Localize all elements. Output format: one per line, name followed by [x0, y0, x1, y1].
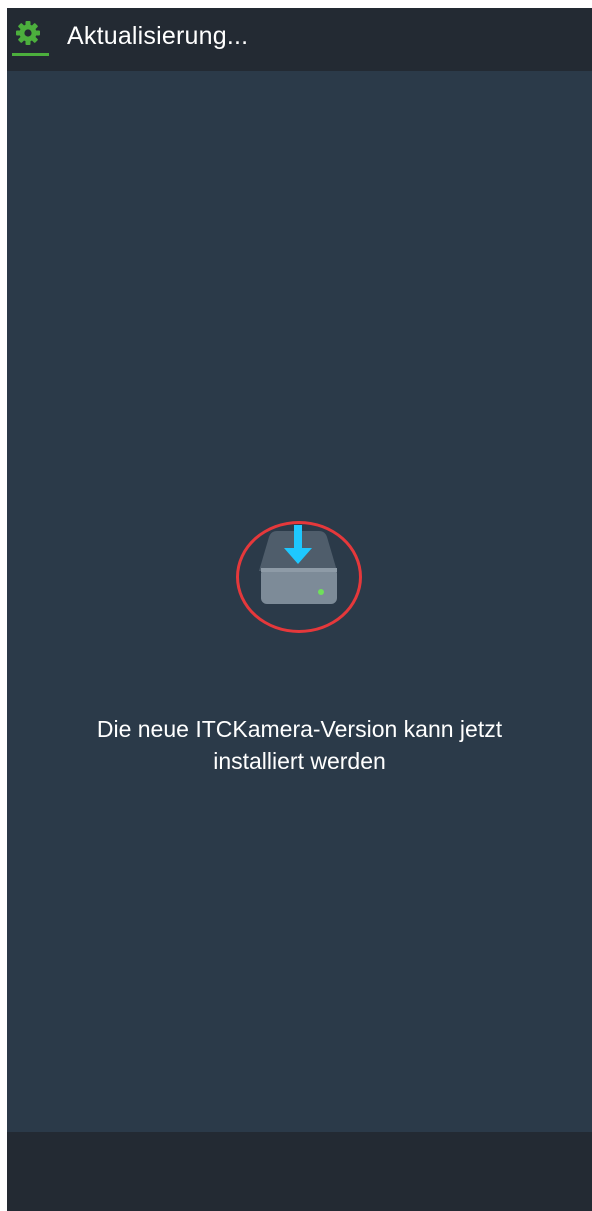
- update-content: Die neue ITCKamera-Version kann jetzt in…: [7, 71, 592, 1130]
- settings-tab[interactable]: [12, 16, 49, 64]
- page-title: Aktualisierung...: [67, 22, 249, 50]
- update-message: Die neue ITCKamera-Version kann jetzt in…: [7, 713, 592, 777]
- update-message-line-2: installiert werden: [213, 748, 386, 774]
- update-message-line-1: Die neue ITCKamera-Version kann jetzt: [96, 716, 503, 742]
- active-tab-indicator: [12, 53, 49, 56]
- download-drive-icon: [259, 525, 337, 604]
- top-app-bar: Aktualisierung...: [7, 8, 592, 71]
- bottom-bar: [7, 1132, 592, 1211]
- app-screen: Aktualisierung... Die neue ITCKamera-Ver…: [7, 8, 592, 1211]
- gear-icon: [16, 21, 40, 45]
